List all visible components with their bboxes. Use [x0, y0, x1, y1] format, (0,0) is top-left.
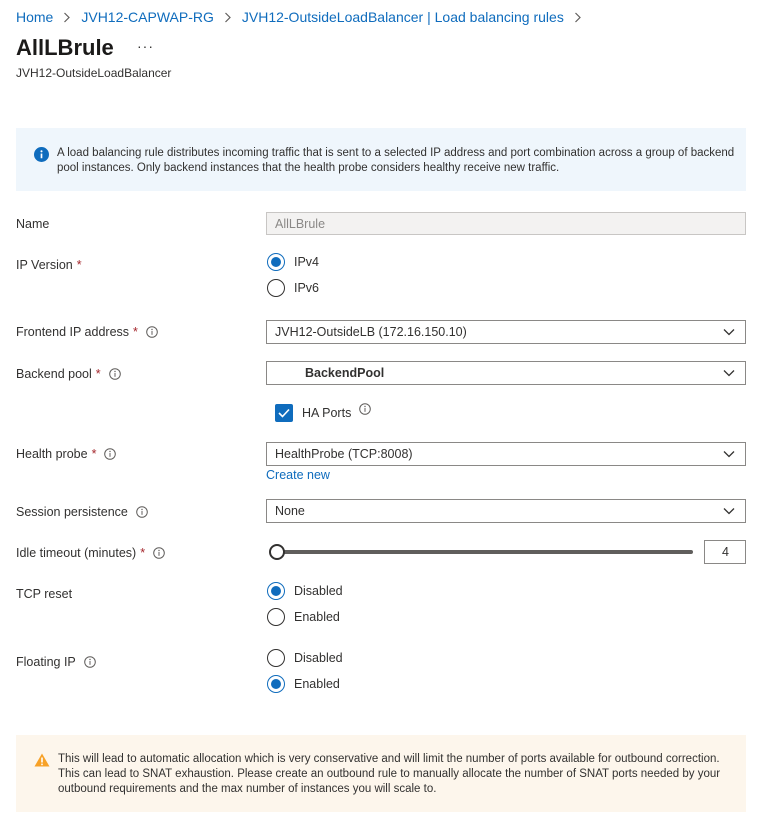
radio-unselected-icon — [267, 608, 285, 626]
floating-ip-label-text: Floating IP — [16, 655, 76, 669]
warning-icon — [34, 753, 50, 767]
session-persistence-label: Session persistence — [16, 505, 148, 519]
chevron-right-icon — [224, 12, 232, 23]
backend-pool-label: Backend pool * — [16, 367, 121, 381]
tcp-reset-disabled-radio[interactable]: Disabled — [267, 582, 343, 600]
tcp-reset-option-label: Enabled — [294, 610, 340, 624]
backend-pool-label-text: Backend pool — [16, 367, 92, 381]
breadcrumb-home-link[interactable]: Home — [16, 9, 53, 25]
ip-version-option-label: IPv6 — [294, 281, 320, 295]
chevron-down-icon — [723, 451, 735, 458]
frontend-ip-label-text: Frontend IP address — [16, 325, 130, 339]
chevron-down-icon — [723, 329, 735, 336]
ip-version-option-label: IPv4 — [294, 255, 320, 269]
breadcrumb: Home JVH12-CAPWAP-RG JVH12-OutsideLoadBa… — [16, 8, 592, 26]
session-persistence-value: None — [275, 504, 305, 518]
name-label: Name — [16, 217, 49, 231]
radio-unselected-icon — [267, 279, 285, 297]
ip-version-ipv4-radio[interactable]: IPv4 — [267, 253, 319, 271]
ha-ports-label: HA Ports — [302, 406, 352, 420]
tcp-reset-option-label: Disabled — [294, 584, 343, 598]
idle-timeout-value: 4 — [722, 545, 729, 559]
floating-ip-option-label: Enabled — [294, 677, 340, 691]
info-tooltip-icon[interactable] — [359, 403, 372, 415]
health-probe-value: HealthProbe (TCP:8008) — [275, 447, 413, 461]
ip-version-label-text: IP Version — [16, 258, 73, 272]
ip-version-ipv6-radio[interactable]: IPv6 — [267, 279, 319, 297]
info-tooltip-icon[interactable] — [104, 448, 117, 460]
info-tooltip-icon[interactable] — [153, 547, 165, 559]
info-tooltip-icon[interactable] — [146, 326, 158, 338]
idle-timeout-label: Idle timeout (minutes) * — [16, 546, 165, 560]
idle-timeout-slider-track[interactable] — [276, 550, 693, 554]
idle-timeout-label-text: Idle timeout (minutes) — [16, 546, 137, 560]
name-field[interactable]: AllLBrule — [266, 212, 746, 235]
frontend-ip-dropdown[interactable]: JVH12-OutsideLB (172.16.150.10) — [266, 320, 746, 344]
radio-selected-icon — [267, 675, 285, 693]
floating-ip-enabled-radio[interactable]: Enabled — [267, 675, 340, 693]
health-probe-label-text: Health probe — [16, 447, 88, 461]
health-probe-dropdown[interactable]: HealthProbe (TCP:8008) — [266, 442, 746, 466]
breadcrumb-load-balancing-rules-link[interactable]: JVH12-OutsideLoadBalancer | Load balanci… — [242, 9, 564, 25]
frontend-ip-value: JVH12-OutsideLB (172.16.150.10) — [275, 325, 467, 339]
page-title: AllLBrule — [16, 35, 114, 60]
required-asterisk: * — [140, 546, 146, 560]
session-persistence-label-text: Session persistence — [16, 505, 128, 519]
info-icon — [34, 147, 49, 162]
tcp-reset-label: TCP reset — [16, 587, 72, 601]
session-persistence-dropdown[interactable]: None — [266, 499, 746, 523]
chevron-right-icon — [574, 12, 582, 23]
info-tooltip-icon[interactable] — [136, 506, 148, 518]
info-tooltip-icon[interactable] — [108, 368, 121, 380]
required-asterisk: * — [76, 258, 82, 272]
info-text: A load balancing rule distributes incomi… — [57, 147, 735, 174]
warning-text: This will lead to automatic allocation w… — [58, 753, 721, 795]
checkmark-icon — [275, 404, 293, 422]
warning-banner: This will lead to automatic allocation w… — [16, 735, 746, 812]
health-probe-label: Health probe * — [16, 447, 117, 461]
ip-version-label: IP Version * — [16, 258, 82, 272]
info-tooltip-icon[interactable] — [83, 656, 96, 668]
idle-timeout-slider-thumb[interactable] — [269, 544, 285, 560]
required-asterisk: * — [133, 325, 138, 339]
floating-ip-label: Floating IP — [16, 655, 96, 669]
radio-unselected-icon — [267, 649, 285, 667]
create-new-health-probe-link[interactable]: Create new — [266, 468, 330, 482]
floating-ip-disabled-radio[interactable]: Disabled — [267, 649, 343, 667]
chevron-right-icon — [63, 12, 71, 23]
required-asterisk: * — [91, 447, 97, 461]
name-field-value: AllLBrule — [275, 216, 326, 231]
name-label-text: Name — [16, 217, 50, 231]
required-asterisk: * — [95, 367, 101, 381]
chevron-down-icon — [723, 370, 735, 377]
tcp-reset-label-text: TCP reset — [16, 587, 73, 601]
tcp-reset-enabled-radio[interactable]: Enabled — [267, 608, 340, 626]
radio-selected-icon — [267, 253, 285, 271]
radio-selected-icon — [267, 582, 285, 600]
floating-ip-option-label: Disabled — [294, 651, 343, 665]
more-options-button[interactable]: ··· — [137, 38, 154, 54]
backend-pool-dropdown[interactable]: BackendPool — [266, 361, 746, 385]
ha-ports-checkbox[interactable]: HA Ports — [275, 403, 372, 422]
page-subtitle: JVH12-OutsideLoadBalancer — [16, 66, 172, 80]
breadcrumb-resource-group-link[interactable]: JVH12-CAPWAP-RG — [81, 9, 214, 25]
idle-timeout-input[interactable]: 4 — [704, 540, 746, 564]
info-banner: A load balancing rule distributes incomi… — [16, 128, 746, 191]
backend-pool-value: BackendPool — [305, 366, 385, 380]
frontend-ip-label: Frontend IP address * — [16, 325, 158, 339]
chevron-down-icon — [723, 508, 735, 515]
